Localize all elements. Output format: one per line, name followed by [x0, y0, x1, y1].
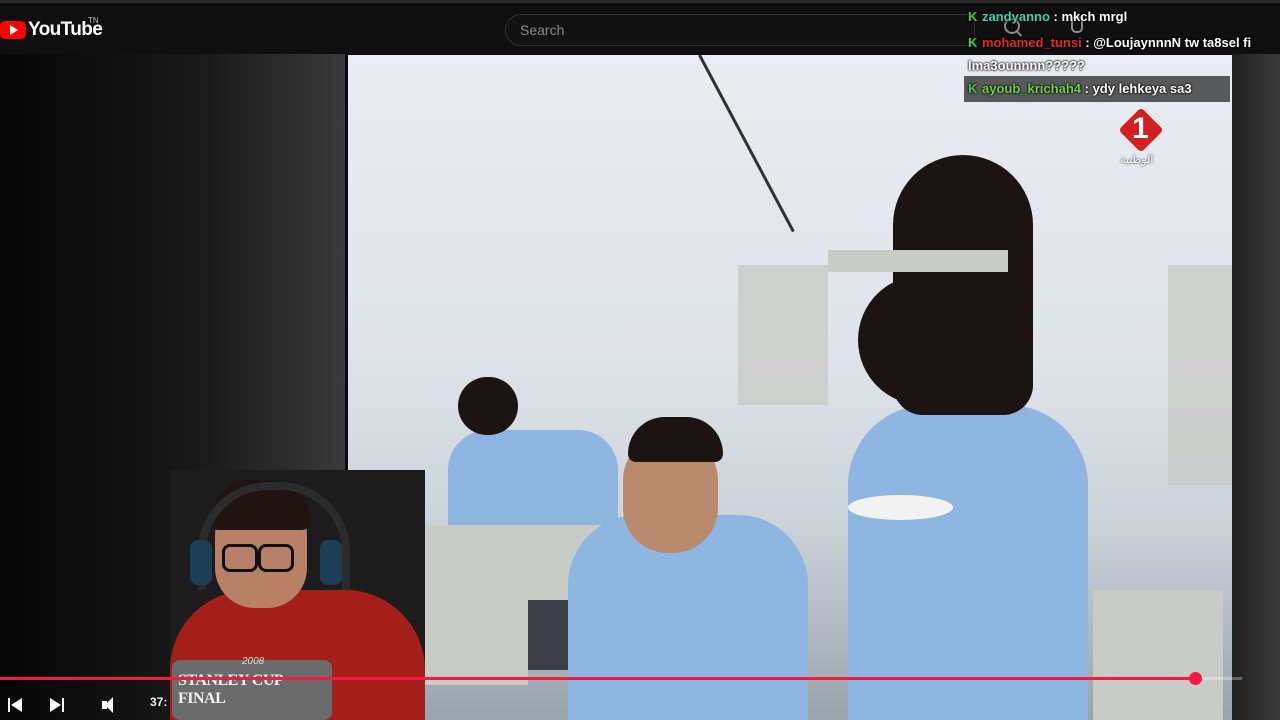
streamer-webcam: STANLEY CUP FINAL 2008 — [170, 470, 425, 720]
chat-username[interactable]: ayoub_krichah4 — [982, 81, 1081, 96]
channel-logo-text: الوطنية — [1120, 154, 1154, 166]
right-background — [1232, 54, 1280, 720]
kick-badge-icon: K — [968, 9, 978, 24]
shirt-year: 2008 — [242, 656, 265, 667]
previous-icon[interactable] — [8, 698, 22, 712]
chat-message: Kzandyanno : mkch mrgl — [964, 4, 1280, 30]
worker-shirt — [848, 405, 1088, 720]
volume-icon[interactable] — [102, 697, 118, 713]
progress-fill — [0, 677, 1195, 680]
machine — [1168, 265, 1232, 485]
channel-logo: 1 الوطنية — [1118, 107, 1168, 166]
video-frame[interactable]: 1 الوطنية — [348, 55, 1232, 720]
kick-badge-icon: K — [968, 35, 978, 50]
chat-text-continuation: lma3ounnnn????? — [968, 58, 1085, 73]
sewing-machine-right — [1093, 590, 1223, 720]
machine — [738, 265, 828, 405]
cable — [698, 55, 795, 233]
youtube-play-icon — [0, 21, 26, 39]
worker-head — [458, 377, 518, 435]
youtube-logo[interactable]: YouTube TN — [0, 16, 103, 41]
chat-text: : mkch mrgl — [1053, 9, 1128, 24]
headset-cup — [320, 540, 342, 585]
chat-username[interactable]: mohamed_tunsi — [982, 35, 1082, 50]
channel-logo-number: 1 — [1132, 112, 1149, 145]
chat-username[interactable]: zandyanno — [982, 9, 1050, 24]
logo-country-code: TN — [88, 16, 99, 25]
progress-bar[interactable] — [0, 672, 1242, 685]
sewing-machine-front — [418, 525, 528, 685]
chat-overlay: Kzandyanno : mkch mrgl Kmohamed_tunsi : … — [964, 4, 1280, 102]
machine-arm — [828, 250, 1008, 272]
progress-scrubber-handle[interactable] — [1188, 672, 1202, 685]
search-box[interactable] — [505, 14, 975, 46]
worker-head — [858, 275, 1003, 405]
next-icon[interactable] — [50, 698, 64, 712]
time-display: 37: — [150, 695, 168, 709]
kick-badge-icon: K — [968, 81, 978, 96]
chat-text: : ydy lehkeya sa3 — [1084, 81, 1192, 96]
headset-cup — [190, 540, 212, 585]
search-input[interactable] — [506, 15, 974, 45]
chat-message: Kayoub_krichah4 : ydy lehkeya sa3 — [964, 76, 1230, 102]
player-controls: 37: — [0, 688, 200, 720]
worker-hair — [628, 417, 723, 462]
plate — [848, 495, 953, 520]
chat-message: Kmohamed_tunsi : @LoujaynnnN tw ta8sel f… — [964, 30, 1280, 76]
chat-text: : @LoujaynnnN tw ta8sel fi — [1085, 35, 1252, 50]
